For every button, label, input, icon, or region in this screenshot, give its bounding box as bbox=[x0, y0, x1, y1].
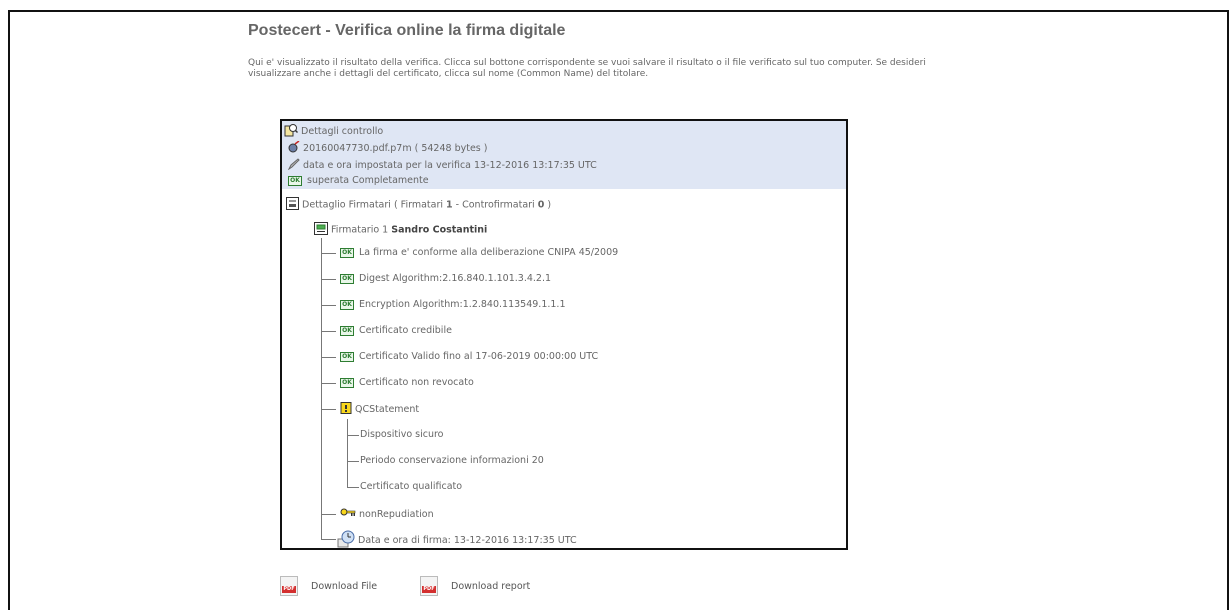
tree-connector bbox=[321, 238, 322, 540]
key-icon bbox=[340, 508, 359, 521]
signers-summary: Dettaglio Firmatari ( Firmatari 1 - Cont… bbox=[286, 197, 551, 213]
signers-list-icon bbox=[286, 197, 302, 213]
sign-time-node: Data e ora di firma: 13-12-2016 13:17:35… bbox=[337, 530, 577, 548]
tree-branch bbox=[321, 305, 336, 306]
pen-icon bbox=[287, 158, 303, 173]
control-datetime: data e ora impostata per la verifica 13-… bbox=[287, 158, 597, 173]
signer-name-link[interactable]: Sandro Costantini bbox=[391, 225, 487, 236]
tree-branch bbox=[321, 409, 336, 410]
qc-item: Dispositivo sicuro bbox=[360, 429, 444, 440]
pdf-file-icon[interactable]: PDF bbox=[280, 576, 298, 596]
intro-text: Qui e' visualizzato il risultato della v… bbox=[248, 58, 1008, 80]
tree-branch bbox=[321, 253, 336, 254]
tree-branch bbox=[347, 487, 359, 488]
download-file-link[interactable]: Download File bbox=[311, 581, 377, 592]
ok-icon: OK bbox=[340, 377, 354, 388]
check-item: OK Certificato Valido fino al 17-06-2019 … bbox=[340, 351, 598, 362]
scroll-track[interactable] bbox=[847, 188, 848, 218]
tree-branch bbox=[347, 435, 359, 436]
page-title: Postecert - Verifica online la firma dig… bbox=[248, 22, 566, 39]
ok-icon: OK bbox=[340, 351, 354, 362]
download-report-link[interactable]: Download report bbox=[451, 581, 530, 592]
ok-icon: OK bbox=[340, 273, 354, 284]
qc-item: Certificato qualificato bbox=[360, 481, 463, 492]
qcstatement-node: QCStatement bbox=[340, 402, 419, 417]
control-result: OK superata Completamente bbox=[288, 175, 429, 186]
tree-branch bbox=[347, 461, 359, 462]
nonrepudiation-node: nonRepudiation bbox=[340, 508, 434, 521]
warning-icon bbox=[340, 402, 355, 417]
check-item: OK Certificato credibile bbox=[340, 325, 452, 336]
tree-branch bbox=[321, 539, 336, 540]
tree-branch bbox=[321, 514, 336, 515]
check-item: OK Encryption Algorithm:1.2.840.113549.1.… bbox=[340, 299, 566, 310]
ok-icon: OK bbox=[340, 325, 354, 336]
ok-icon: OK bbox=[340, 247, 354, 258]
qc-tree-connector bbox=[347, 419, 348, 487]
tree-branch bbox=[321, 331, 336, 332]
signed-file-icon bbox=[288, 140, 303, 156]
qc-item: Periodo conservazione informazioni 20 bbox=[360, 455, 544, 466]
ok-icon: OK bbox=[288, 175, 302, 186]
check-item: OK Digest Algorithm:2.16.840.1.101.3.4.2.… bbox=[340, 273, 551, 284]
verification-tree: Dettagli controllo 20160047730.pdf.p7m (… bbox=[280, 119, 848, 550]
check-item: OK Certificato non revocato bbox=[340, 377, 474, 388]
tree-branch bbox=[321, 357, 336, 358]
tree-branch bbox=[321, 383, 336, 384]
control-file: 20160047730.pdf.p7m ( 54248 bytes ) bbox=[288, 140, 487, 156]
control-details-heading: Dettagli controllo bbox=[284, 123, 383, 140]
clock-icon bbox=[337, 530, 358, 548]
tree-branch bbox=[321, 279, 336, 280]
magnifier-document-icon bbox=[284, 124, 301, 140]
intro-line-2: visualizzare anche i dettagli del certif… bbox=[248, 69, 649, 79]
check-item: OK La firma e' conforme alla deliberazion… bbox=[340, 247, 618, 258]
pdf-report-icon[interactable]: PDF bbox=[420, 576, 438, 596]
intro-line-1: Qui e' visualizzato il risultato della v… bbox=[248, 58, 926, 68]
ok-icon: OK bbox=[340, 299, 354, 310]
signer-certificate-icon bbox=[314, 222, 331, 238]
signer-node: Firmatario 1 Sandro Costantini bbox=[314, 222, 487, 238]
